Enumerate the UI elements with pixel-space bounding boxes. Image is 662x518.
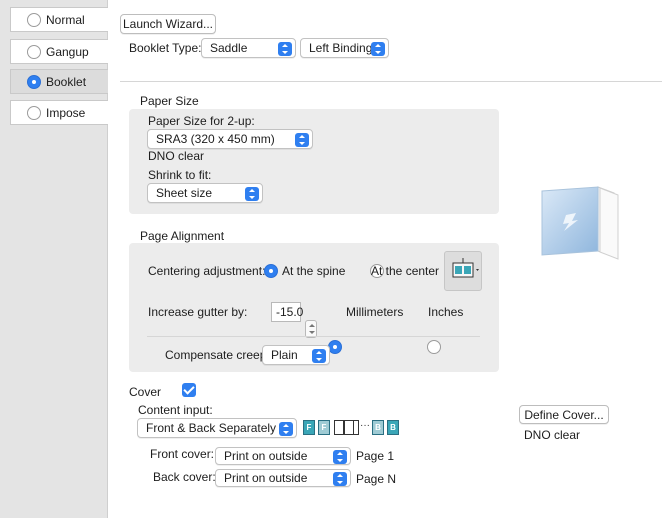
define-cover-button[interactable]: Define Cover... <box>519 405 609 424</box>
creep-value: Plain <box>271 348 298 362</box>
radio-booklet[interactable] <box>27 74 41 89</box>
back-cover-label: Back cover: <box>153 470 216 484</box>
content-input-select[interactable]: Front & Back Separately <box>137 418 297 438</box>
paper-size-title: Paper Size <box>140 94 199 108</box>
ellipsis-icon: ··· <box>360 420 370 431</box>
paper-size-label: Paper Size for 2-up: <box>148 114 255 128</box>
shrink-to-fit-select[interactable]: Sheet size <box>147 183 263 203</box>
chevron-updown-icon <box>333 450 347 464</box>
chevron-updown-icon <box>295 133 309 147</box>
back-cover-select[interactable]: Print on outside <box>215 469 351 487</box>
chevron-updown-icon <box>279 422 293 436</box>
binding-select[interactable]: Left Binding <box>300 38 389 58</box>
front-cover-label: Front cover: <box>150 447 215 461</box>
booklet-preview-image <box>536 183 632 263</box>
cover-layout-diagram: F F ··· B B <box>303 420 405 436</box>
sidebar-item-label: Impose <box>46 105 86 120</box>
front-cover-tile: F <box>303 420 315 435</box>
content-input-label: Content input: <box>138 403 213 417</box>
shrink-to-fit-value: Sheet size <box>156 186 213 200</box>
booklet-type-select[interactable]: Saddle <box>201 38 296 58</box>
chevron-updown-icon <box>278 42 292 56</box>
sidebar-item-label: Normal <box>46 12 85 27</box>
inches-label: Inches <box>428 305 464 319</box>
increase-gutter-label: Increase gutter by: <box>148 305 248 319</box>
radio-impose[interactable] <box>27 105 41 120</box>
sidebar-item-label: Gangup <box>46 44 89 59</box>
cover-status: DNO clear <box>524 428 581 442</box>
radio-gangup[interactable] <box>27 44 41 59</box>
shrink-to-fit-label: Shrink to fit: <box>148 168 212 182</box>
front-cover-page: Page 1 <box>356 449 395 463</box>
body-page-icon <box>354 420 359 435</box>
cover-title: Cover <box>129 385 162 399</box>
millimeters-label: Millimeters <box>346 305 404 319</box>
at-the-center-label: At the center <box>371 264 440 278</box>
paper-size-select[interactable]: SRA3 (320 x 450 mm) <box>147 129 313 149</box>
compensate-creep-label: Compensate creep <box>165 348 267 362</box>
body-page-icon <box>344 420 354 435</box>
radio-normal[interactable] <box>27 12 41 27</box>
chevron-updown-icon <box>245 187 259 201</box>
inside-back-tile: B <box>372 420 384 435</box>
divider <box>120 81 662 82</box>
paper-size-status: DNO clear <box>148 149 205 163</box>
chevron-updown-icon <box>312 349 326 363</box>
content-input-value: Front & Back Separately <box>146 421 277 435</box>
back-cover-tile: B <box>387 420 399 435</box>
gutter-input[interactable]: -15.0 <box>271 302 303 322</box>
front-cover-value: Print on outside <box>224 449 308 463</box>
radio-millimeters[interactable] <box>328 340 342 354</box>
chevron-updown-icon <box>371 42 385 56</box>
sidebar-item-label: Booklet <box>46 74 87 89</box>
paper-size-value: SRA3 (320 x 450 mm) <box>156 132 275 146</box>
creep-select[interactable]: Plain <box>262 345 330 365</box>
spine-alignment-icon <box>452 258 479 278</box>
compensate-creep-checkbox[interactable] <box>181 383 196 397</box>
sidebar-item-impose[interactable]: Impose <box>10 100 108 125</box>
sidebar-item-booklet[interactable]: Booklet <box>10 69 108 94</box>
chevron-updown-icon <box>333 472 347 486</box>
front-cover-select[interactable]: Print on outside <box>215 447 351 465</box>
radio-at-the-spine[interactable] <box>264 264 278 278</box>
booklet-type-label: Booklet Type: <box>129 41 202 55</box>
page-alignment-title: Page Alignment <box>140 229 225 243</box>
back-cover-page: Page N <box>356 472 397 486</box>
body-page-icon <box>334 420 344 435</box>
divider <box>147 336 480 337</box>
binding-value: Left Binding <box>309 41 373 55</box>
back-cover-value: Print on outside <box>224 471 308 485</box>
centering-adjustment-label: Centering adjustment: <box>148 264 266 278</box>
sidebar-item-gangup[interactable]: Gangup <box>10 39 108 64</box>
sidebar-item-normal[interactable]: Normal <box>10 7 108 32</box>
at-the-spine-label: At the spine <box>282 264 346 278</box>
inside-front-tile: F <box>318 420 330 435</box>
booklet-type-value: Saddle <box>210 41 248 55</box>
alignment-diagram-button[interactable] <box>444 251 482 291</box>
sidebar: Normal Gangup Booklet Impose <box>0 0 108 518</box>
launch-wizard-button[interactable]: Launch Wizard... <box>120 14 216 34</box>
